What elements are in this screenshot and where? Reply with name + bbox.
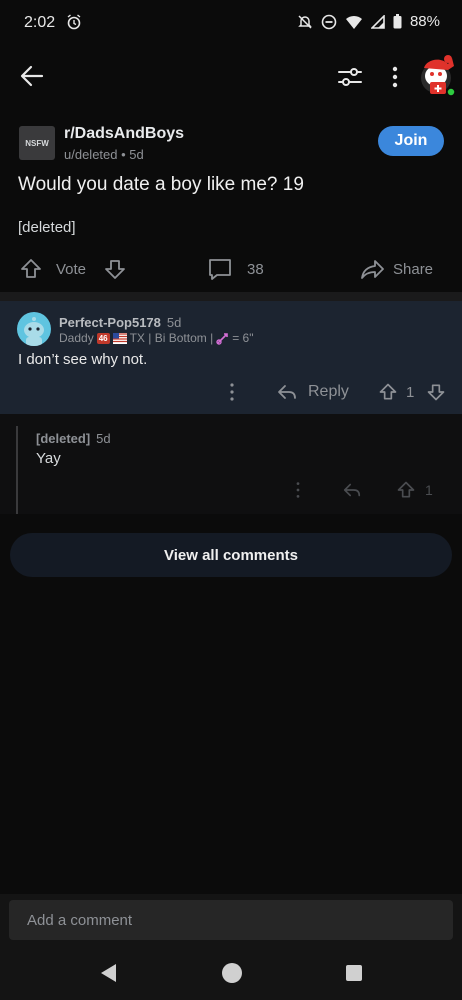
comment-count: 38 [247, 261, 264, 278]
post-title: Would you date a boy like me? 19 [18, 174, 304, 195]
arrow-left-icon [20, 65, 44, 87]
battery-percent: 88% [409, 13, 440, 30]
ruler-icon [216, 332, 229, 345]
battery-icon [393, 14, 402, 29]
upvote-arrow-icon [397, 481, 415, 498]
add-comment-input[interactable]: Add a comment [9, 900, 453, 940]
more-vertical-icon [296, 482, 300, 498]
post-action-bar: Vote 38 Share [0, 254, 462, 286]
reply-button[interactable] [342, 480, 362, 500]
reply-label[interactable]: Reply [308, 383, 349, 401]
share-label[interactable]: Share [393, 261, 433, 278]
username-text[interactable]: Perfect-Pop5178 [59, 315, 161, 330]
do-not-disturb-icon [321, 14, 337, 30]
post-meta: u/deleted • 5d [64, 147, 144, 162]
comment-age: 5d [96, 431, 111, 446]
wifi-icon [345, 14, 363, 30]
flair-text-pre: Daddy [59, 331, 94, 345]
thread-line[interactable] [16, 426, 18, 514]
comment-text: I don’t see why not. [18, 351, 148, 368]
reply-arrow-icon [278, 385, 296, 399]
signal-icon [370, 14, 385, 29]
nav-back-button[interactable] [98, 962, 118, 984]
status-bar: 2:02 88% [0, 0, 462, 46]
comment-item: Perfect-Pop5178 5d Daddy 46 TX | Bi Botto… [0, 301, 462, 414]
square-recents-icon [346, 965, 362, 981]
downvote-button[interactable] [103, 257, 127, 281]
downvote-arrow-icon [427, 384, 445, 401]
alarm-icon [66, 14, 82, 30]
more-vertical-icon [230, 383, 234, 401]
section-divider [0, 292, 462, 301]
flair-text-post: = 6" [232, 331, 254, 345]
snoo-avatar-icon [421, 55, 456, 97]
age-badge: 46 [96, 332, 110, 344]
reply-button[interactable]: Reply [276, 381, 349, 403]
comment-bubble-icon [209, 259, 231, 280]
top-nav-bar [0, 46, 462, 108]
back-button[interactable] [16, 60, 48, 92]
post-card: NSFW r/DadsAndBoys u/deleted • 5d Join W… [0, 108, 462, 294]
upvote-button[interactable] [19, 257, 43, 281]
triangle-back-icon [101, 964, 116, 982]
comments-button[interactable] [207, 256, 233, 282]
comment-score: 1 [425, 482, 433, 498]
system-nav-bar [0, 954, 462, 994]
status-time: 2:02 [24, 14, 56, 31]
flair-text-mid: TX | Bi Bottom | [129, 331, 214, 345]
comment-username[interactable]: Perfect-Pop5178 5d [59, 315, 181, 330]
nav-recents-button[interactable] [345, 964, 363, 982]
circle-home-icon [222, 963, 242, 983]
more-vertical-icon [392, 66, 398, 88]
join-button[interactable]: Join [378, 126, 444, 156]
downvote-arrow-icon [105, 260, 125, 279]
upvote-arrow-icon [21, 259, 41, 278]
upvote-arrow-icon [379, 383, 397, 400]
comment-age: 5d [166, 315, 182, 330]
comment-upvote-button[interactable] [396, 480, 416, 500]
comment-text: Yay [36, 450, 61, 467]
status-icons: 88% [297, 13, 440, 30]
more-options-button[interactable] [383, 62, 407, 92]
comment-username: [deleted] 5d [36, 431, 111, 446]
comment-more-button[interactable] [288, 480, 308, 500]
us-flag-icon [112, 332, 127, 344]
comment-score: 1 [406, 384, 415, 401]
nav-home-button[interactable] [221, 962, 243, 984]
subreddit-name[interactable]: r/DadsAndBoys [64, 125, 184, 143]
user-flair: Daddy 46 TX | Bi Bottom | = 6" [59, 331, 253, 345]
sliders-icon [338, 68, 362, 86]
user-avatar-button[interactable] [418, 52, 458, 98]
bottom-bar: Add a comment [0, 894, 462, 1000]
share-button[interactable] [360, 256, 386, 282]
vote-label: Vote [56, 261, 87, 278]
username-text: [deleted] [36, 431, 91, 446]
post-author[interactable]: u/deleted [64, 147, 118, 162]
comment-more-button[interactable] [222, 381, 242, 403]
comment-upvote-button[interactable] [378, 382, 398, 402]
reply-arrow-icon [343, 483, 361, 497]
commenter-avatar[interactable] [17, 312, 51, 346]
comment-reply-item: [deleted] 5d Yay 1 [0, 414, 462, 514]
snoo-avatar-icon [24, 317, 44, 346]
bell-off-icon [297, 14, 313, 30]
post-body: [deleted] [18, 219, 76, 236]
comment-downvote-button[interactable] [426, 382, 446, 402]
share-arrow-icon [361, 260, 384, 279]
view-all-comments-button[interactable]: View all comments [10, 533, 452, 577]
sort-comments-button[interactable] [335, 62, 365, 92]
comment-action-bar: Reply 1 [0, 381, 462, 405]
nsfw-community-icon[interactable]: NSFW [19, 126, 55, 160]
post-age: 5d [129, 147, 144, 162]
